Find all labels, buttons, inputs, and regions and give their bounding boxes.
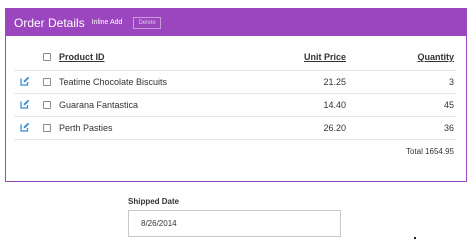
price-cell: 26.20 [323,123,346,133]
product-cell: Perth Pasties [59,123,113,133]
mouse-cursor [414,237,416,239]
column-header-quantity[interactable]: Quantity [417,52,454,62]
panel-title: Order Details [14,15,85,30]
price-cell: 14.40 [323,100,346,110]
product-cell: Teatime Chocolate Biscuits [59,77,168,87]
column-header-unit-price[interactable]: Unit Price [304,52,346,62]
shipped-date-input[interactable] [128,210,341,237]
quantity-cell: 36 [443,123,454,133]
table-row: Perth Pasties 26.20 36 [14,116,456,139]
edit-icon[interactable] [19,76,30,88]
inline-add-button[interactable]: Inline Add [92,19,123,26]
table-row: Teatime Chocolate Biscuits 21.25 3 [14,70,456,93]
table-row: Guarana Fantastica 14.40 45 [14,93,456,116]
row-checkbox[interactable] [42,101,51,109]
grid-header-row: Product ID Unit Price Quantity [14,44,456,70]
delete-button[interactable]: Delete [133,16,161,29]
edit-icon[interactable] [19,99,30,111]
product-cell: Guarana Fantastica [59,100,139,110]
order-total: Total 1654.95 [405,147,454,156]
price-cell: 21.25 [323,77,346,87]
edit-icon[interactable] [19,122,30,134]
quantity-cell: 3 [448,77,454,87]
panel-header: Order Details Inline Add Delete [6,9,466,36]
select-all-checkbox[interactable] [42,53,51,61]
column-header-product-id[interactable]: Product ID [59,52,105,62]
shipped-date-label: Shipped Date [128,197,180,206]
row-checkbox[interactable] [42,78,51,86]
order-details-panel: Order Details Inline Add Delete Product … [5,8,467,182]
quantity-cell: 45 [443,100,454,110]
header-check-cell [35,53,58,61]
row-checkbox[interactable] [42,124,51,132]
order-grid: Product ID Unit Price Quantity Teatime C… [14,44,456,163]
grid-footer-row: Total 1654.95 [14,139,456,163]
